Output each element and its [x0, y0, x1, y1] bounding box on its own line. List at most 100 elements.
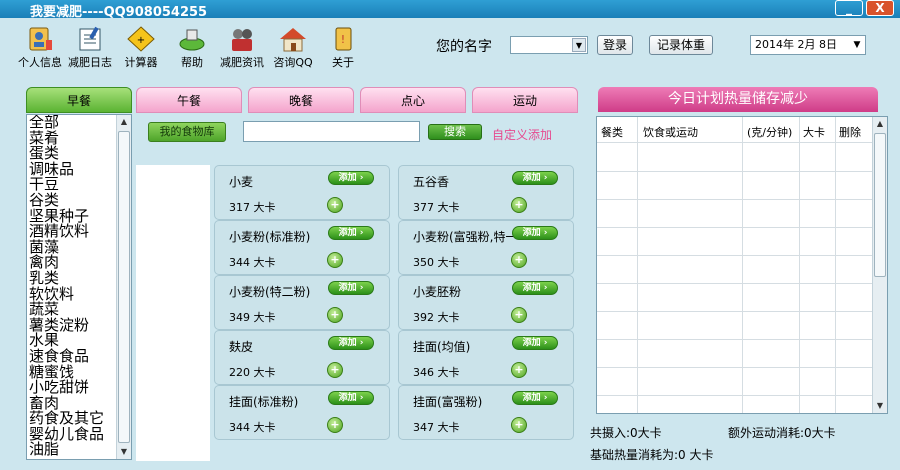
- food-kcal: 392 大卡: [413, 311, 460, 324]
- plan-title: 今日计划热量储存减少: [598, 87, 878, 112]
- table-divider: [799, 117, 800, 413]
- food-card: 小麦粉(标准粉) 344 大卡 添加 › +: [214, 220, 390, 275]
- my-food-library-button[interactable]: 我的食物库: [148, 122, 226, 142]
- scroll-thumb[interactable]: [118, 131, 130, 443]
- add-food-button[interactable]: 添加 ›: [328, 171, 374, 185]
- add-plus-icon[interactable]: +: [327, 362, 343, 378]
- add-food-button[interactable]: 添加 ›: [512, 391, 558, 405]
- toolbar-personal-info[interactable]: 个人信息: [16, 26, 64, 70]
- chevron-down-icon[interactable]: ▼: [850, 37, 864, 53]
- toolbar-label: 关于: [332, 56, 354, 69]
- toolbar-help[interactable]: 帮助: [168, 26, 216, 70]
- add-food-button[interactable]: 添加 ›: [328, 281, 374, 295]
- table-divider: [835, 117, 836, 413]
- food-name: 小麦粉(富强粉,特一粉): [413, 230, 517, 244]
- add-food-button[interactable]: 添加 ›: [512, 171, 558, 185]
- extra-exercise-burn: 额外运动消耗:0大卡: [728, 426, 836, 440]
- tab-snack[interactable]: 点心: [360, 87, 466, 113]
- food-kcal: 349 大卡: [229, 311, 276, 324]
- toolbar-about[interactable]: ! 关于: [319, 26, 367, 70]
- toolbar-diet-news[interactable]: 减肥资讯: [218, 26, 266, 70]
- table-divider: [597, 283, 873, 284]
- toolbar-diet-log[interactable]: 减肥日志: [66, 26, 114, 70]
- plan-table: 餐类 饮食或运动 (克/分钟) 大卡 删除 ▲ ▼: [596, 116, 888, 414]
- name-label: 您的名字: [436, 39, 492, 55]
- add-plus-icon[interactable]: +: [511, 362, 527, 378]
- food-name: 挂面(标准粉): [229, 395, 299, 409]
- minimize-button[interactable]: _: [835, 0, 863, 16]
- scroll-down-icon[interactable]: ▼: [117, 445, 131, 459]
- add-plus-icon[interactable]: +: [327, 197, 343, 213]
- food-name: 小麦: [229, 175, 254, 189]
- calculator-icon: +: [127, 26, 155, 52]
- add-food-button[interactable]: 添加 ›: [512, 281, 558, 295]
- add-plus-icon[interactable]: +: [327, 417, 343, 433]
- scroll-thumb[interactable]: [874, 133, 886, 277]
- toolbar-label: 帮助: [181, 56, 203, 69]
- toolbar-label: 个人信息: [18, 56, 62, 69]
- add-plus-icon[interactable]: +: [511, 197, 527, 213]
- base-burn: 基础热量消耗为:0 大卡: [590, 448, 714, 462]
- toolbar-label: 咨询QQ: [273, 56, 313, 69]
- table-divider: [597, 395, 873, 396]
- food-kcal: 220 大卡: [229, 366, 276, 379]
- column-delete: 删除: [839, 126, 861, 139]
- tab-lunch[interactable]: 午餐: [136, 87, 242, 113]
- food-kcal: 344 大卡: [229, 256, 276, 269]
- add-food-button[interactable]: 添加 ›: [328, 226, 374, 240]
- add-food-button[interactable]: 添加 ›: [328, 336, 374, 350]
- add-food-button[interactable]: 添加 ›: [512, 336, 558, 350]
- add-plus-icon[interactable]: +: [327, 252, 343, 268]
- toolbar-label: 减肥资讯: [220, 56, 264, 69]
- search-button[interactable]: 搜索: [428, 124, 482, 140]
- food-name: 小麦粉(特二粉): [229, 285, 311, 299]
- table-divider: [742, 117, 743, 413]
- food-kcal: 350 大卡: [413, 256, 460, 269]
- add-plus-icon[interactable]: +: [511, 252, 527, 268]
- food-name: 挂面(均值): [413, 340, 471, 354]
- add-plus-icon[interactable]: +: [511, 307, 527, 323]
- table-divider: [597, 199, 873, 200]
- table-divider: [597, 339, 873, 340]
- tab-exercise[interactable]: 运动: [472, 87, 578, 113]
- toolbar-consult-qq[interactable]: 咨询QQ: [269, 26, 317, 70]
- food-preview-panel: [136, 165, 210, 461]
- scroll-up-icon[interactable]: ▲: [873, 117, 887, 131]
- add-food-button[interactable]: 添加 ›: [328, 391, 374, 405]
- help-icon: [178, 26, 206, 52]
- add-plus-icon[interactable]: +: [327, 307, 343, 323]
- chevron-down-icon[interactable]: ▼: [572, 38, 586, 52]
- svg-text:+: +: [137, 35, 145, 46]
- date-value: 2014年 2月 8日: [755, 38, 837, 51]
- food-name: 小麦胚粉: [413, 285, 462, 299]
- food-card: 小麦粉(富强粉,特一粉) 350 大卡 添加 › +: [398, 220, 574, 275]
- scroll-down-icon[interactable]: ▼: [873, 399, 887, 413]
- name-select[interactable]: ▼: [510, 36, 588, 54]
- record-weight-button[interactable]: 记录体重: [649, 35, 713, 55]
- table-divider: [597, 171, 873, 172]
- tab-dinner[interactable]: 晚餐: [248, 87, 354, 113]
- plan-scrollbar[interactable]: ▲ ▼: [872, 117, 887, 413]
- add-food-button[interactable]: 添加 ›: [512, 226, 558, 240]
- diet-news-icon: [228, 26, 256, 52]
- add-plus-icon[interactable]: +: [511, 417, 527, 433]
- custom-add-link[interactable]: 自定义添加: [492, 126, 552, 143]
- login-button[interactable]: 登录: [597, 35, 633, 55]
- food-card: 挂面(标准粉) 344 大卡 添加 › +: [214, 385, 390, 440]
- toolbar-calculator[interactable]: + 计算器: [117, 26, 165, 70]
- food-card: 小麦粉(特二粉) 349 大卡 添加 › +: [214, 275, 390, 330]
- food-name: 小麦粉(标准粉): [229, 230, 311, 244]
- food-search-input[interactable]: [243, 121, 420, 142]
- date-picker[interactable]: 2014年 2月 8日 ▼: [750, 35, 866, 55]
- scroll-up-icon[interactable]: ▲: [117, 115, 131, 129]
- category-scrollbar[interactable]: ▲ ▼: [116, 115, 131, 459]
- close-button[interactable]: X: [866, 0, 894, 16]
- about-icon: !: [329, 26, 357, 52]
- table-divider: [597, 311, 873, 312]
- svg-text:!: !: [341, 33, 345, 46]
- toolbar-label: 减肥日志: [68, 56, 112, 69]
- consult-qq-icon: [279, 26, 307, 52]
- tab-breakfast[interactable]: 早餐: [26, 87, 132, 113]
- category-list[interactable]: 全部 菜肴 蛋类 调味品 干豆 谷类 坚果种子 酒精饮料 菌藻 禽肉 乳类 软饮…: [26, 114, 132, 460]
- food-kcal: 377 大卡: [413, 201, 460, 214]
